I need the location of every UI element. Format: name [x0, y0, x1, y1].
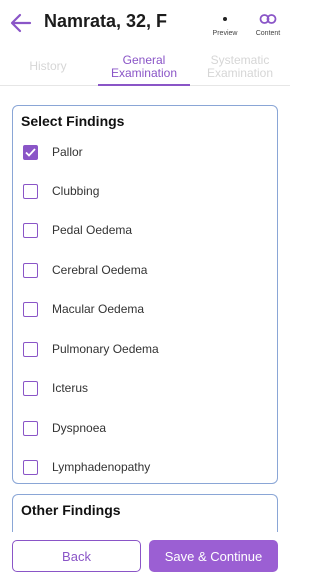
- finding-icterus[interactable]: Icterus: [23, 378, 88, 398]
- content-label: Content: [255, 30, 281, 37]
- tab-general-examination[interactable]: General Examination: [98, 50, 190, 86]
- checkbox-icon[interactable]: [23, 262, 38, 278]
- finding-label: Cerebral Oedema: [52, 263, 148, 277]
- checkbox-icon[interactable]: [23, 420, 38, 436]
- finding-clubbing[interactable]: Clubbing: [23, 181, 99, 201]
- finding-label: Clubbing: [52, 184, 100, 198]
- footer-bar: Back Save & Continue: [0, 532, 290, 581]
- finding-label: Dyspnoea: [52, 421, 107, 435]
- other-findings-title: Other Findings: [21, 502, 121, 518]
- finding-label: Macular Oedema: [52, 302, 145, 316]
- back-button[interactable]: Back: [12, 540, 141, 572]
- finding-label: Pallor: [52, 145, 83, 159]
- finding-label: Icterus: [52, 381, 89, 395]
- checkbox-icon[interactable]: [23, 459, 38, 475]
- content-button[interactable]: Content: [250, 10, 286, 37]
- checkbox-icon[interactable]: [23, 380, 38, 396]
- app-header: Namrata, 32, F Preview Content: [0, 0, 290, 48]
- checkbox-icon[interactable]: [23, 183, 38, 199]
- checkbox-icon[interactable]: [23, 301, 38, 317]
- tab-history[interactable]: History: [2, 50, 94, 86]
- finding-dyspnoea[interactable]: Dyspnoea: [23, 418, 106, 438]
- preview-label: Preview: [212, 30, 238, 37]
- select-findings-card: Select Findings Pallor Clubbing Pedal Oe…: [12, 105, 278, 484]
- exam-tabs: History General Examination Systematic E…: [0, 50, 290, 86]
- checkbox-icon[interactable]: [23, 341, 38, 357]
- finding-lymphadenopathy[interactable]: Lymphadenopathy: [23, 457, 150, 477]
- finding-pulmonary-oedema[interactable]: Pulmonary Oedema: [23, 339, 159, 359]
- tab-systematic-examination[interactable]: Systematic Examination: [194, 50, 286, 86]
- finding-macular-oedema[interactable]: Macular Oedema: [23, 299, 144, 319]
- finding-label: Lymphadenopathy: [52, 460, 151, 474]
- link-icon: [250, 10, 286, 28]
- select-findings-title: Select Findings: [21, 113, 125, 129]
- preview-button[interactable]: Preview: [207, 10, 243, 37]
- finding-pedal-oedema[interactable]: Pedal Oedema: [23, 220, 132, 240]
- finding-pallor[interactable]: Pallor: [23, 142, 83, 162]
- finding-cerebral-oedema[interactable]: Cerebral Oedema: [23, 260, 147, 280]
- finding-label: Pedal Oedema: [52, 223, 133, 237]
- finding-label: Pulmonary Oedema: [52, 342, 159, 356]
- checkbox-checked-icon[interactable]: [23, 144, 38, 160]
- patient-title: Namrata, 32, F: [44, 11, 168, 31]
- back-arrow-icon[interactable]: [8, 10, 34, 36]
- checkbox-icon[interactable]: [23, 222, 38, 238]
- save-continue-button[interactable]: Save & Continue: [149, 540, 278, 572]
- eye-icon: [207, 10, 243, 28]
